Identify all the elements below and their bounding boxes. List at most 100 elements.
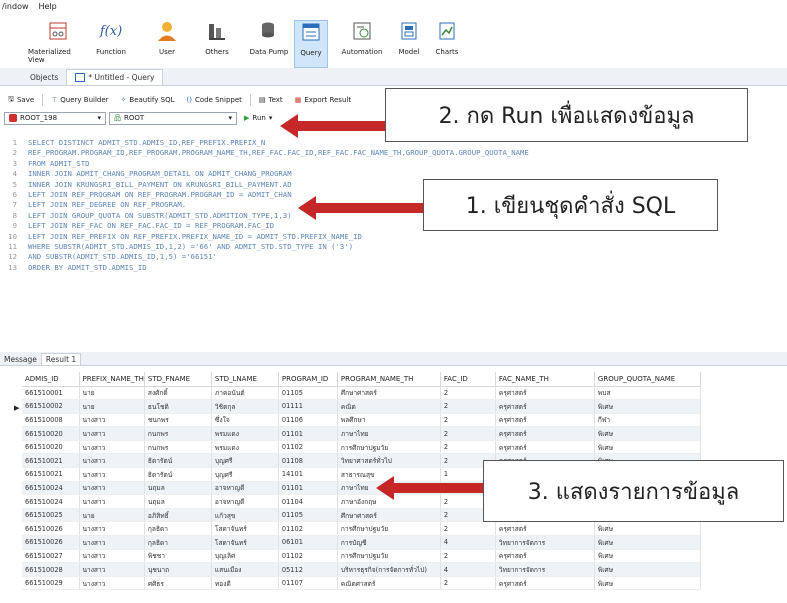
table-cell[interactable]: 661510002 — [22, 399, 80, 414]
table-cell[interactable]: นางสาว — [79, 481, 145, 496]
table-cell[interactable]: กนกพร — [144, 440, 212, 455]
table-cell[interactable]: 01105 — [278, 386, 338, 401]
table-cell[interactable]: บุญศรี — [211, 453, 279, 469]
menu-window[interactable]: /indow — [2, 2, 29, 11]
table-cell[interactable]: ซึ่งใจ — [211, 413, 279, 428]
table-cell[interactable]: กีฬา — [594, 413, 701, 428]
table-cell[interactable]: โสดาจันทร์ — [211, 521, 279, 537]
table-cell[interactable]: 01107 — [278, 576, 338, 591]
column-header[interactable]: STD_FNAME — [144, 372, 212, 387]
table-cell[interactable]: 2 — [440, 521, 496, 537]
table-row[interactable]: 661510028 นางสาว นุชนาถ แสนเมือง 05112 บริหาร… — [22, 562, 701, 577]
table-cell[interactable]: ครุศาสตร์ — [495, 440, 595, 455]
table-cell[interactable]: 2 — [440, 549, 496, 564]
query-button[interactable]: Query — [294, 20, 328, 68]
table-cell[interactable]: 2 — [440, 440, 496, 455]
menu-help[interactable]: Help — [39, 2, 57, 11]
table-cell[interactable]: ศศิธร — [144, 576, 212, 591]
table-cell[interactable]: 661510020 — [22, 426, 80, 441]
table-cell[interactable]: 661510024 — [22, 481, 80, 496]
column-header[interactable]: PREFIX_NAME_TH — [79, 372, 145, 387]
table-cell[interactable]: พิเศษ — [594, 562, 701, 577]
table-cell[interactable]: 661510021 — [22, 467, 80, 482]
table-cell[interactable]: นางสาว — [79, 562, 145, 577]
table-cell[interactable]: วิทยาการจัดการ — [495, 562, 595, 577]
column-header[interactable]: PROGRAM_NAME_TH — [337, 372, 441, 387]
table-cell[interactable]: การบัญชี — [337, 535, 441, 550]
code-snippet-button[interactable]: () Code Snippet — [183, 96, 246, 104]
table-cell[interactable]: 01102 — [278, 521, 338, 537]
table-cell[interactable]: นาย — [79, 399, 145, 414]
sql-line[interactable]: 13 ORDER BY ADMIT_STD.ADMIS_ID — [0, 263, 787, 273]
sql-line[interactable]: 2 REF_PROGRAM.PROGRAM_ID,REF_PROGRAM.PROG… — [0, 148, 787, 158]
table-cell[interactable]: ภาษาไทย — [337, 426, 441, 441]
table-row[interactable]: 661510020 นางสาว กนกพร พรมแดง 01101 ภาษาไทย 2 ค… — [22, 426, 701, 441]
sql-line[interactable]: 10 LEFT JOIN REF_PREFIX ON REF_PREFIX.PRE… — [0, 232, 787, 242]
table-row[interactable]: 661510001 นาย สงศักดิ์ ภาคอนันต์ 01105 ศึกษาศ… — [22, 386, 701, 401]
table-cell[interactable]: 01106 — [278, 413, 338, 428]
table-cell[interactable]: พรมแดง — [211, 426, 279, 441]
table-cell[interactable]: 661510024 — [22, 494, 80, 509]
tab-message[interactable]: Message — [0, 353, 41, 365]
table-cell[interactable]: ธิดารัตน์ — [144, 453, 212, 469]
table-cell[interactable]: แก้วสุข — [211, 508, 279, 523]
sql-line[interactable]: 3 FROM ADMIT_STD — [0, 159, 787, 169]
table-cell[interactable]: 01105 — [278, 508, 338, 523]
tab-result-1[interactable]: Result 1 — [40, 353, 82, 365]
table-cell[interactable]: 14101 — [278, 467, 338, 482]
table-cell[interactable]: 4 — [440, 562, 496, 577]
table-cell[interactable]: กุลธิดา — [144, 521, 212, 537]
table-cell[interactable]: 2 — [440, 426, 496, 441]
column-header[interactable]: FAC_ID — [440, 372, 496, 387]
table-cell[interactable]: 01102 — [278, 440, 338, 455]
table-cell[interactable]: วิทยาการจัดการ — [495, 535, 595, 550]
table-cell[interactable]: 661510001 — [22, 386, 80, 401]
charts-button[interactable]: Charts — [432, 20, 462, 68]
tab-untitled-query[interactable]: * Untitled - Query — [66, 69, 164, 85]
data-pump-button[interactable]: Data Pump — [246, 20, 292, 68]
table-cell[interactable]: นางสาว — [79, 426, 145, 441]
table-cell[interactable]: นุชนาถ — [144, 562, 212, 577]
export-result-button[interactable]: ▦ Export Result — [291, 96, 355, 104]
table-cell[interactable]: 01101 — [278, 481, 338, 496]
table-cell[interactable]: 01108 — [278, 453, 338, 469]
table-cell[interactable]: 4 — [440, 535, 496, 550]
table-cell[interactable]: กนกพร — [144, 426, 212, 441]
table-cell[interactable]: บริหารธุรกิจ(การจัดการทั่วไป) — [337, 562, 441, 577]
table-cell[interactable]: ครุศาสตร์ — [495, 426, 595, 441]
table-cell[interactable]: แสนเมือง — [211, 562, 279, 577]
table-cell[interactable]: ธนโชติ — [144, 399, 212, 414]
column-header[interactable]: GROUP_QUOTA_NAME — [594, 372, 701, 387]
table-cell[interactable]: 2 — [440, 413, 496, 428]
table-cell[interactable]: ศึกษาศาสตร์ — [337, 508, 441, 523]
table-cell[interactable]: ครุศาสตร์ — [495, 399, 595, 414]
table-cell[interactable]: 661510026 — [22, 521, 80, 537]
table-cell[interactable]: ครุศาสตร์ — [495, 576, 595, 591]
table-row[interactable]: 661510008 นางสาว ชนกพร ซึ่งใจ 01106 พลศึกษา 2 ค… — [22, 413, 701, 428]
table-cell[interactable]: พิเศษ — [594, 549, 701, 564]
table-cell[interactable]: ชนกพร — [144, 413, 212, 428]
table-cell[interactable]: ครุศาสตร์ — [495, 521, 595, 537]
table-row[interactable]: 661510026 นางสาว กุลธิดา โสดาจันทร์ 01102 การ… — [22, 521, 701, 537]
table-cell[interactable]: พิเศษ — [594, 521, 701, 537]
table-cell[interactable]: คณิตศาสตร์ — [337, 576, 441, 591]
materialized-view-button[interactable]: Materialized View — [28, 20, 88, 68]
table-row[interactable]: 661510029 นางสาว ศศิธร ทองดี 01107 คณิตศาสตร์… — [22, 576, 701, 591]
beautify-sql-button[interactable]: ✧ Beautify SQL — [117, 96, 179, 104]
run-button[interactable]: ▶ Run ▾ — [240, 114, 276, 122]
table-cell[interactable]: พิเศษ — [594, 576, 701, 591]
table-cell[interactable]: อาจหาญดี — [211, 481, 279, 496]
table-cell[interactable]: 06101 — [278, 535, 338, 550]
table-cell[interactable]: พิเศษ — [594, 399, 701, 414]
table-cell[interactable]: นฤมล — [144, 481, 212, 496]
table-cell[interactable]: ครุศาสตร์ — [495, 413, 595, 428]
table-cell[interactable]: นางสาว — [79, 413, 145, 428]
table-row[interactable]: 661510002 นาย ธนโชติ วิชิตกุล 01111 คณิต 2 ครุศ… — [22, 399, 701, 414]
table-cell[interactable]: 05112 — [278, 562, 338, 577]
table-row[interactable]: 661510026 นางสาว กุลธิดา โสดาจันทร์ 06101 การ… — [22, 535, 701, 550]
table-cell[interactable]: พิเศษ — [594, 535, 701, 550]
table-cell[interactable]: 661510029 — [22, 576, 80, 591]
column-header[interactable]: PROGRAM_ID — [278, 372, 338, 387]
table-cell[interactable]: นางสาว — [79, 521, 145, 537]
table-cell[interactable]: 661510025 — [22, 508, 80, 523]
